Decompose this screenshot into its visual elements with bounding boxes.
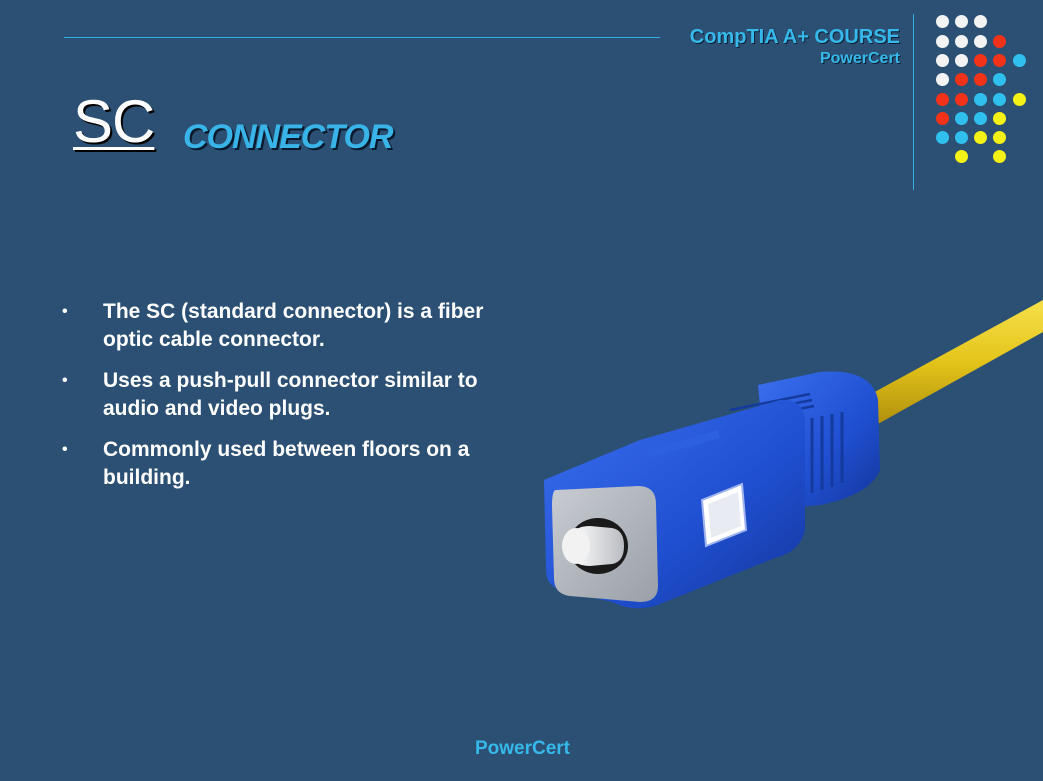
dot (936, 15, 949, 28)
dot (955, 54, 968, 67)
dot (955, 93, 968, 106)
course-title: CompTIA A+ COURSE (689, 26, 900, 48)
bullet-item: • Commonly used between floors on a buil… (60, 436, 510, 492)
bullet-item: • Uses a push-pull connector similar to … (60, 367, 510, 423)
footer-brand-text: PowerCert (474, 738, 571, 759)
dot (974, 131, 987, 144)
header-vertical-rule (913, 14, 914, 190)
slide-title: SC (73, 88, 155, 155)
dot (955, 112, 968, 125)
dot (936, 131, 949, 144)
dot (993, 112, 1006, 125)
dot (955, 15, 968, 28)
bullet-marker: • (62, 303, 68, 320)
dot (993, 131, 1006, 144)
dot (955, 35, 968, 48)
dot (936, 73, 949, 86)
dot (974, 112, 987, 125)
dot (974, 35, 987, 48)
dot (936, 54, 949, 67)
dot (974, 73, 987, 86)
dot (993, 93, 1006, 106)
sc-connector-illustration (544, 300, 1043, 609)
dot (974, 15, 987, 28)
dot (955, 73, 968, 86)
bullet-list: • The SC (standard connector) is a fiber… (60, 298, 510, 505)
dot (936, 112, 949, 125)
dot (993, 35, 1006, 48)
dot (1013, 93, 1026, 106)
slide-subtitle: CONNECTOR (183, 118, 393, 156)
header-rule (64, 37, 660, 38)
bullet-item: • The SC (standard connector) is a fiber… (60, 298, 510, 354)
dot (936, 93, 949, 106)
dot (993, 150, 1006, 163)
dot (993, 73, 1006, 86)
dot (974, 54, 987, 67)
bullet-text: Commonly used between floors on a buildi… (103, 438, 470, 489)
bullet-marker: • (62, 441, 68, 458)
dot (1013, 54, 1026, 67)
bullet-marker: • (62, 372, 68, 389)
dot (974, 93, 987, 106)
ferrule-tip (562, 528, 590, 564)
dot (936, 35, 949, 48)
course-brand: PowerCert (819, 50, 900, 67)
dot (955, 150, 968, 163)
cable-body (860, 300, 1043, 425)
bullet-text: The SC (standard connector) is a fiber o… (103, 300, 484, 351)
dot (993, 54, 1006, 67)
footer-brand: PowerCert (0, 738, 1043, 760)
bullet-text: Uses a push-pull connector similar to au… (103, 369, 478, 420)
slide: CompTIA A+ COURSE PowerCert SC CONNECTOR… (0, 0, 1043, 781)
dot (955, 131, 968, 144)
